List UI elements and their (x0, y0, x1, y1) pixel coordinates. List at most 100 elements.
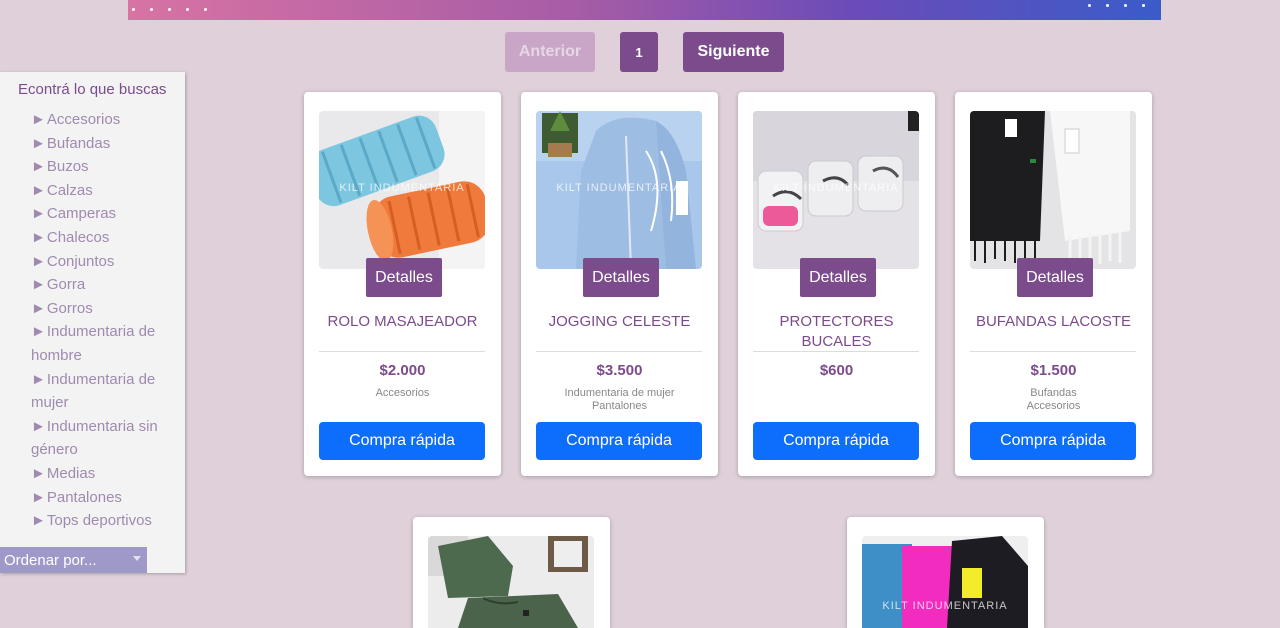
sidebar-category-label: Indumentaria de mujer (31, 370, 156, 412)
arrow-right-icon: ► (31, 205, 46, 223)
banner-dots (1088, 4, 1145, 7)
details-button[interactable]: Detalles (800, 258, 876, 297)
sidebar-category-label: Conjuntos (46, 252, 115, 270)
arrow-right-icon: ► (31, 252, 46, 270)
product-price: $3.500 (596, 362, 643, 379)
product-card: KILT INDUMENTARIA Detalles JOGGING CELES… (521, 92, 718, 476)
details-button[interactable]: Detalles (366, 258, 442, 297)
sidebar-category-label: Gorros (46, 299, 93, 317)
product-category: Accesorios (375, 387, 430, 399)
sidebar-category-link[interactable]: ►Accesorios (31, 108, 171, 132)
arrow-right-icon: ► (31, 488, 46, 506)
details-button[interactable]: Detalles (583, 258, 659, 297)
divider (536, 351, 702, 352)
product-title: JOGGING CELESTE (548, 313, 691, 330)
banner-dots (132, 8, 207, 11)
sidebar-category-link[interactable]: ►Gorros (31, 297, 171, 321)
product-image[interactable]: KILT INDUMENTARIA (536, 111, 702, 269)
arrow-right-icon: ► (31, 134, 46, 152)
order-by-select[interactable]: Ordenar por... (0, 547, 147, 573)
product-category: Accesorios (1026, 400, 1081, 412)
product-image[interactable]: KILT INDUMENTARIA (753, 111, 919, 269)
order-by-label: Ordenar por... (4, 551, 97, 569)
next-page-button[interactable]: Siguiente (683, 32, 784, 72)
sidebar-category-label: Camperas (46, 205, 117, 223)
watermark: KILT INDUMENTARIA (556, 182, 682, 195)
details-button[interactable]: Detalles (1017, 258, 1093, 297)
product-image[interactable] (428, 536, 594, 628)
watermark: KILT INDUMENTARIA (882, 600, 1008, 613)
product-card: KILT INDUMENTARIA Detalles PROTECTORES B… (738, 92, 935, 476)
sidebar-category-link[interactable]: ►Calzas (31, 179, 171, 203)
arrow-right-icon: ► (31, 417, 46, 435)
arrow-right-icon: ► (31, 158, 46, 176)
arrow-right-icon: ► (31, 323, 46, 341)
product-categories: Indumentaria de mujer Pantalones (521, 387, 718, 413)
sidebar-category-link[interactable]: ►Pantalones (31, 486, 171, 510)
divider (319, 351, 485, 352)
divider (970, 351, 1136, 352)
product-image[interactable]: KILT INDUMENTARIA (319, 111, 485, 269)
product-categories: Accesorios (304, 387, 501, 400)
quick-buy-button[interactable]: Compra rápida (536, 422, 702, 460)
product-price: $600 (819, 362, 854, 379)
product-categories: Bufandas Accesorios (955, 387, 1152, 413)
sidebar-category-link[interactable]: ►Indumentaria de mujer (31, 368, 171, 415)
product-price: $2.000 (379, 362, 426, 379)
product-category: Indumentaria de mujer (564, 387, 675, 399)
sidebar-category-label: Indumentaria de hombre (31, 323, 156, 364)
sidebar-category-link[interactable]: ►Medias (31, 462, 171, 486)
product-card: Detalles BUFANDAS LACOSTE $1.500 Bufanda… (955, 92, 1152, 476)
product-card: KILT INDUMENTARIA (847, 517, 1044, 628)
top-banner (128, 0, 1161, 20)
arrow-right-icon: ► (31, 512, 46, 530)
sidebar-category-link[interactable]: ►Buzos (31, 155, 171, 179)
sidebar-category-label: Bufandas (46, 134, 111, 152)
sidebar-category-link[interactable]: ►Camperas (31, 202, 171, 226)
sidebar-category-link[interactable]: ►Indumentaria sin género (31, 415, 171, 462)
arrow-right-icon: ► (31, 228, 46, 246)
product-category: Bufandas (1030, 387, 1077, 399)
sidebar-category-link[interactable]: ►Chalecos (31, 226, 171, 250)
arrow-right-icon: ► (31, 464, 46, 482)
sidebar-category-link[interactable]: ►Bufandas (31, 132, 171, 156)
product-card: KILT INDUMENTARIA Detalles ROLO MASAJEAD… (304, 92, 501, 476)
sidebar-category-label: Calzas (46, 181, 93, 199)
product-title: PROTECTORES BUCALES (779, 313, 894, 350)
sidebar-category-label: Gorra (46, 276, 86, 294)
arrow-right-icon: ► (31, 299, 46, 317)
product-image[interactable] (970, 111, 1136, 269)
sidebar-category-label: Buzos (46, 158, 89, 176)
product-price: $1.500 (1030, 362, 1077, 379)
sidebar-category-link[interactable]: ►Indumentaria de hombre (31, 320, 171, 367)
product-category: Pantalones (591, 400, 648, 412)
chevron-down-icon (133, 556, 141, 561)
arrow-right-icon: ► (31, 370, 46, 388)
watermark: KILT INDUMENTARIA (339, 182, 465, 195)
sidebar-category-label: Chalecos (46, 228, 110, 246)
quick-buy-button[interactable]: Compra rápida (970, 422, 1136, 460)
sidebar-category-label: Tops deportivos (46, 512, 152, 530)
sidebar-category-label: Pantalones (46, 488, 122, 506)
divider (753, 351, 919, 352)
sidebar-category-label: Accesorios (46, 111, 121, 128)
sidebar-title: Econtrá lo que buscas (18, 81, 167, 98)
pagination: Anterior 1 Siguiente (505, 32, 784, 72)
category-list: ►Accesorios ►Bufandas ►Buzos ►Calzas ►Camper… (31, 108, 171, 533)
sidebar-category-link[interactable]: ►Gorra (31, 273, 171, 297)
sidebar-category-link[interactable]: ►Tops deportivos (31, 509, 171, 533)
arrow-right-icon: ► (31, 276, 46, 294)
sidebar-category-link[interactable]: ►Conjuntos (31, 250, 171, 274)
page-number-button[interactable]: 1 (620, 32, 658, 72)
quick-buy-button[interactable]: Compra rápida (753, 422, 919, 460)
quick-buy-button[interactable]: Compra rápida (319, 422, 485, 460)
arrow-right-icon: ► (31, 111, 46, 128)
product-image[interactable]: KILT INDUMENTARIA (862, 536, 1028, 628)
previous-page-button[interactable]: Anterior (505, 32, 595, 72)
arrow-right-icon: ► (31, 181, 46, 199)
product-title: ROLO MASAJEADOR (327, 313, 478, 330)
watermark: KILT INDUMENTARIA (773, 182, 899, 195)
product-title: BUFANDAS LACOSTE (975, 313, 1132, 330)
sidebar-category-label: Indumentaria sin género (31, 417, 158, 459)
product-card (413, 517, 610, 628)
